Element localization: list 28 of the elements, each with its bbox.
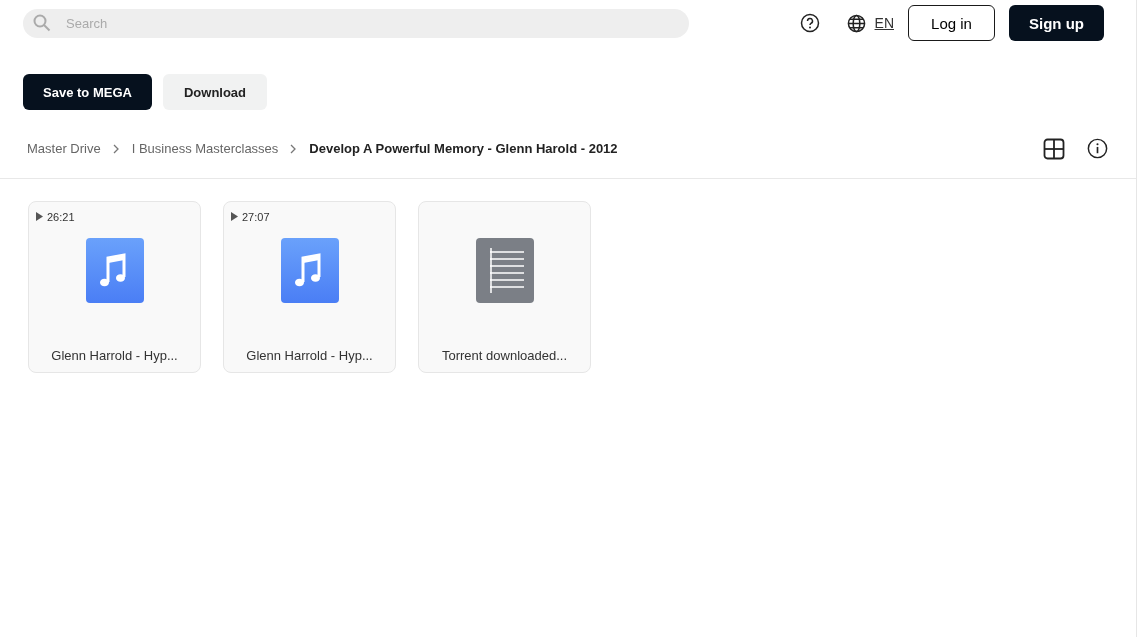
file-card[interactable]: Torrent downloaded... bbox=[418, 201, 591, 373]
file-name: Torrent downloaded... bbox=[442, 348, 567, 363]
file-card[interactable]: 27:07 Glenn Harrold - Hyp... bbox=[223, 201, 396, 373]
music-file-icon bbox=[280, 238, 339, 303]
duration-label: 26:21 bbox=[47, 210, 75, 223]
file-name: Glenn Harrold - Hyp... bbox=[246, 348, 373, 363]
breadcrumb-item: Develop A Powerful Memory - Glenn Harold - 2012 bbox=[309, 141, 618, 156]
download-button[interactable]: Download bbox=[163, 74, 267, 110]
text-file-icon bbox=[475, 238, 534, 303]
breadcrumb-item[interactable]: Master Drive bbox=[27, 141, 101, 156]
grid-view-icon[interactable] bbox=[1043, 137, 1065, 160]
signup-button[interactable]: Sign up bbox=[1009, 5, 1104, 41]
play-icon bbox=[36, 212, 43, 221]
file-card[interactable]: 26:21 Glenn Harrold - Hyp... bbox=[28, 201, 201, 373]
play-icon bbox=[231, 212, 238, 221]
globe-icon[interactable] bbox=[846, 13, 866, 33]
chevron-right-icon bbox=[290, 143, 298, 154]
help-icon[interactable] bbox=[799, 13, 820, 33]
file-name: Glenn Harrold - Hyp... bbox=[51, 348, 178, 363]
duration-label: 27:07 bbox=[242, 210, 270, 223]
breadcrumb-item[interactable]: I Business Masterclasses bbox=[131, 141, 279, 156]
info-icon[interactable] bbox=[1087, 138, 1108, 159]
search-field[interactable]: Search bbox=[23, 8, 689, 38]
music-file-icon bbox=[85, 238, 144, 303]
save-button[interactable]: Save to MEGA bbox=[23, 74, 152, 110]
language-link[interactable]: EN bbox=[874, 15, 894, 31]
chevron-right-icon bbox=[112, 143, 120, 154]
login-button[interactable]: Log in bbox=[908, 5, 995, 41]
